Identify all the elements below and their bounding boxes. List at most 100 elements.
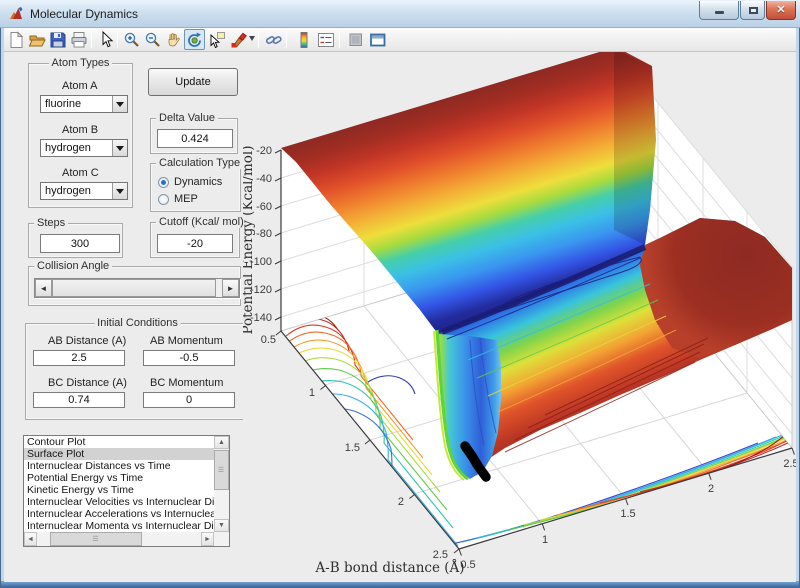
collision-angle-title: Collision Angle	[34, 260, 112, 272]
collision-angle-slider[interactable]: ◄ ►	[34, 278, 240, 298]
scrollbar-corner	[214, 532, 229, 546]
svg-text:1.5: 1.5	[620, 508, 635, 520]
edit-plot-button[interactable]	[95, 29, 116, 50]
link-chain-icon	[265, 31, 283, 49]
minimize-icon	[715, 11, 724, 14]
brush-icon	[230, 31, 248, 49]
scroll-left-arrow[interactable]: ◄	[24, 532, 37, 546]
list-item-selected[interactable]: Surface Plot	[24, 448, 214, 460]
print-button[interactable]	[68, 29, 89, 50]
link-plots-button[interactable]	[263, 29, 284, 50]
ab-momentum-label: AB Momentum	[150, 335, 223, 347]
maximize-button[interactable]	[740, 1, 765, 20]
brush-button[interactable]	[228, 29, 249, 50]
svg-text:2.5: 2.5	[783, 458, 796, 470]
cutoff-title: Cutoff (Kcal/ mol)	[156, 216, 247, 228]
zoom-out-button[interactable]	[142, 29, 163, 50]
horizontal-scroll-thumb[interactable]: ☰	[50, 532, 142, 546]
scroll-down-arrow[interactable]: ▼	[214, 519, 229, 532]
radio-dynamics[interactable]: Dynamics	[158, 176, 222, 188]
ab-distance-field[interactable]	[33, 350, 125, 366]
title-bar[interactable]: Molecular Dynamics ✕	[0, 0, 800, 28]
data-cursor-button[interactable]	[206, 29, 227, 50]
horizontal-scrollbar[interactable]: ◄ ☰ ►	[24, 532, 214, 546]
surface-plot-canvas[interactable]: -20 -40 -60 -80 -100 -120 -140 0.5 1 1.5…	[243, 52, 796, 582]
radio-selected-icon[interactable]	[158, 177, 169, 188]
delta-value-title: Delta Value	[156, 112, 218, 124]
svg-text:-40: -40	[256, 173, 272, 185]
initial-conditions-title: Initial Conditions	[94, 317, 181, 329]
list-item[interactable]: Potential Energy vs Time	[24, 472, 214, 484]
bc-distance-field[interactable]	[33, 392, 125, 408]
save-icon	[49, 31, 67, 49]
minimize-button[interactable]	[699, 1, 739, 20]
window-border-right	[796, 28, 799, 582]
list-item[interactable]: Internuclear Accelerations vs Internucle…	[24, 508, 214, 520]
list-item[interactable]: Internuclear Velocities vs Internuclear …	[24, 496, 214, 508]
atom-a-dropdown[interactable]: fluorine	[40, 95, 128, 113]
svg-text:2: 2	[708, 483, 714, 495]
radio-unselected-icon[interactable]	[158, 194, 169, 205]
new-file-icon	[7, 31, 25, 49]
hide-plot-tools-icon	[347, 31, 365, 49]
x-axis-label: A-B bond distance (Å)	[314, 560, 464, 576]
new-file-button[interactable]	[5, 29, 26, 50]
list-item[interactable]: Kinetic Energy vs Time	[24, 484, 214, 496]
list-item[interactable]: Contour Plot	[24, 436, 214, 448]
pan-button[interactable]	[163, 29, 184, 50]
slider-right-arrow[interactable]: ►	[222, 279, 239, 297]
zoom-out-icon	[144, 31, 162, 49]
figure-toolbar	[4, 28, 796, 52]
arrow-cursor-icon	[97, 31, 115, 49]
dropdown-arrow-icon[interactable]	[112, 140, 127, 156]
show-plot-tools-button[interactable]	[367, 29, 388, 50]
atom-b-dropdown[interactable]: hydrogen	[40, 139, 128, 157]
dropdown-arrow-icon[interactable]	[112, 183, 127, 199]
colorbar-icon	[295, 31, 313, 49]
slider-thumb[interactable]	[52, 279, 216, 297]
list-item[interactable]: Internuclear Distances vs Time	[24, 460, 214, 472]
close-button[interactable]: ✕	[766, 1, 796, 20]
bc-momentum-field[interactable]	[143, 392, 235, 408]
svg-text:2: 2	[398, 496, 404, 508]
scroll-right-arrow[interactable]: ►	[201, 532, 214, 546]
close-icon: ✕	[767, 3, 795, 16]
svg-text:1: 1	[542, 534, 548, 546]
zoom-in-button[interactable]	[121, 29, 142, 50]
insert-legend-button[interactable]	[315, 29, 336, 50]
brush-dropdown-arrow[interactable]	[249, 36, 255, 44]
calculation-type-title: Calculation Type	[156, 157, 243, 169]
dropdown-arrow-icon[interactable]	[112, 96, 127, 112]
bc-distance-label: BC Distance (A)	[48, 377, 127, 389]
update-button[interactable]: Update	[148, 68, 238, 96]
slider-left-arrow[interactable]: ◄	[35, 279, 52, 297]
vertical-scroll-thumb[interactable]: ☰	[214, 450, 229, 490]
cutoff-field[interactable]	[157, 234, 233, 253]
hide-plot-tools-button[interactable]	[345, 29, 366, 50]
plot-type-listbox[interactable]: Contour Plot Surface Plot Internuclear D…	[23, 435, 230, 547]
atom-c-dropdown[interactable]: hydrogen	[40, 182, 128, 200]
save-button[interactable]	[47, 29, 68, 50]
delta-value-field[interactable]	[157, 129, 233, 148]
steps-field[interactable]	[40, 234, 120, 253]
data-cursor-icon	[208, 31, 226, 49]
z-axis-label: Potential Energy (Kcal/mol)	[243, 145, 256, 334]
vertical-scrollbar[interactable]: ▲ ☰ ▼	[214, 436, 229, 532]
steps-title: Steps	[34, 217, 68, 229]
svg-text:-80: -80	[256, 228, 272, 240]
scroll-up-arrow[interactable]: ▲	[214, 436, 229, 449]
dock-figure-icon	[369, 31, 387, 49]
list-item[interactable]: Internuclear Momenta vs Internuclear Dis…	[24, 520, 214, 532]
rotate-3d-button[interactable]	[184, 29, 205, 50]
atom-b-label: Atom B	[62, 124, 98, 136]
radio-mep-label: MEP	[174, 193, 198, 205]
open-file-button[interactable]	[26, 29, 47, 50]
bc-momentum-label: BC Momentum	[150, 377, 223, 389]
insert-colorbar-button[interactable]	[293, 29, 314, 50]
atom-c-value: hydrogen	[45, 185, 91, 197]
toolbar-separator	[286, 31, 287, 48]
atom-c-label: Atom C	[62, 167, 99, 179]
ab-momentum-field[interactable]	[143, 350, 235, 366]
radio-mep[interactable]: MEP	[158, 193, 198, 205]
pan-hand-icon	[165, 31, 183, 49]
